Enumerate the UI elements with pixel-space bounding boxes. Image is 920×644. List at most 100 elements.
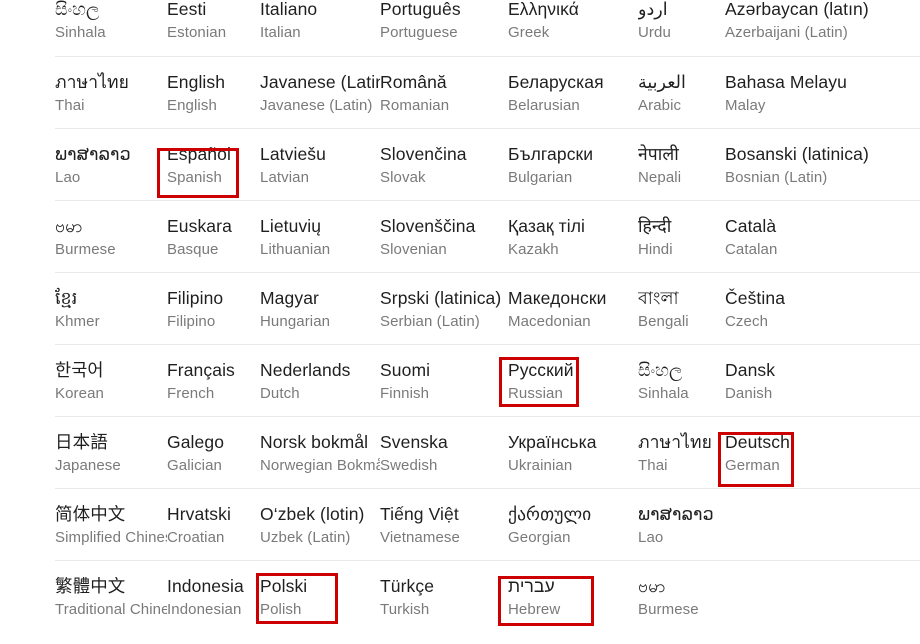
language-option[interactable]: Norsk bokmål Norwegian Bokmål bbox=[260, 416, 380, 488]
language-option[interactable]: Čeština Czech bbox=[725, 272, 920, 344]
language-option[interactable]: Polski Polish bbox=[260, 560, 380, 632]
language-selection-screen: සිංහල Sinhala ภาษาไทย Thai ພາສາລາວ Lao ဗမာ Burm… bbox=[0, 0, 920, 644]
language-option[interactable]: العربية Arabic bbox=[638, 56, 725, 128]
language-option[interactable]: ខ្មែរ Khmer bbox=[55, 272, 167, 344]
language-option[interactable]: Euskara Basque bbox=[167, 200, 260, 272]
language-option[interactable]: Galego Galician bbox=[167, 416, 260, 488]
language-option[interactable]: English English bbox=[167, 56, 260, 128]
language-option[interactable]: Беларуская Belarusian bbox=[508, 56, 638, 128]
language-native-name: עברית bbox=[508, 576, 555, 596]
language-option[interactable]: ພາສາລາວ Lao bbox=[638, 488, 725, 560]
language-native-name: Русский bbox=[508, 360, 574, 380]
language-option[interactable]: Lietuvių Lithuanian bbox=[260, 200, 380, 272]
language-english-name: Bulgarian bbox=[508, 169, 573, 186]
language-option[interactable]: Suomi Finnish bbox=[380, 344, 508, 416]
language-native-name: 日本語 bbox=[55, 432, 108, 452]
language-option[interactable]: नेपाली Nepali bbox=[638, 128, 725, 200]
language-english-name: Spanish bbox=[167, 169, 222, 186]
language-native-name: Ελληνικά bbox=[508, 0, 579, 19]
language-english-name: Hungarian bbox=[260, 313, 331, 330]
language-option[interactable]: Bahasa Melayu Malay bbox=[725, 56, 920, 128]
language-option[interactable]: Svenska Swedish bbox=[380, 416, 508, 488]
language-option[interactable]: 日本語 Japanese bbox=[55, 416, 167, 488]
language-option[interactable]: Slovenčina Slovak bbox=[380, 128, 508, 200]
language-option[interactable]: हिन्दी Hindi bbox=[638, 200, 725, 272]
language-option[interactable]: Русский Russian bbox=[508, 344, 638, 416]
language-native-name: Galego bbox=[167, 432, 225, 452]
language-option[interactable]: Italiano Italian bbox=[260, 0, 380, 56]
language-option[interactable]: 한국어 Korean bbox=[55, 344, 167, 416]
language-option[interactable]: Català Catalan bbox=[725, 200, 920, 272]
language-option[interactable]: עברית Hebrew bbox=[508, 560, 638, 632]
language-native-name: Svenska bbox=[380, 432, 448, 452]
language-option[interactable]: Türkçe Turkish bbox=[380, 560, 508, 632]
language-english-name: Sinhala bbox=[55, 24, 106, 41]
language-option[interactable]: Español Spanish bbox=[167, 128, 260, 200]
language-option[interactable]: සිංහල Sinhala bbox=[55, 0, 167, 56]
language-native-name: اردو bbox=[638, 0, 668, 19]
language-option[interactable]: Қазақ тілі Kazakh bbox=[508, 200, 638, 272]
language-column-1: Eesti Estonian English English Español Spanis… bbox=[167, 0, 260, 632]
language-option[interactable]: Srpski (latinica) Serbian (Latin) bbox=[380, 272, 508, 344]
language-native-name: ខ្មែរ bbox=[55, 288, 78, 308]
language-option[interactable]: ภาษาไทย Thai bbox=[55, 56, 167, 128]
language-option[interactable]: Indonesia Indonesian bbox=[167, 560, 260, 632]
language-option[interactable]: اردو Urdu bbox=[638, 0, 725, 56]
language-native-name: Tiếng Việt bbox=[380, 504, 459, 524]
language-native-name: Norsk bokmål bbox=[260, 432, 369, 452]
language-option[interactable]: ภาษาไทย Thai bbox=[638, 416, 725, 488]
language-native-name: ქართული bbox=[508, 504, 592, 524]
language-native-name: Українська bbox=[508, 432, 597, 452]
language-option[interactable]: Македонски Macedonian bbox=[508, 272, 638, 344]
language-option[interactable]: Українська Ukrainian bbox=[508, 416, 638, 488]
language-english-name: Croatian bbox=[167, 529, 225, 546]
language-option[interactable]: Slovenščina Slovenian bbox=[380, 200, 508, 272]
language-english-name: Simplified Chinese bbox=[55, 529, 167, 546]
language-native-name: ภาษาไทย bbox=[638, 432, 713, 452]
language-english-name: Macedonian bbox=[508, 313, 591, 330]
language-option[interactable]: 简体中文 Simplified Chinese bbox=[55, 488, 167, 560]
language-option[interactable]: Français French bbox=[167, 344, 260, 416]
language-native-name: Lietuvių bbox=[260, 216, 322, 236]
language-option[interactable]: Javanese (Latin) Javanese (Latin) bbox=[260, 56, 380, 128]
language-option[interactable]: Filipino Filipino bbox=[167, 272, 260, 344]
language-option[interactable]: Български Bulgarian bbox=[508, 128, 638, 200]
language-native-name: Javanese (Latin) bbox=[260, 72, 380, 92]
language-english-name: Hebrew bbox=[508, 601, 561, 618]
language-option[interactable]: ພາສາລາວ Lao bbox=[55, 128, 167, 200]
language-option[interactable]: ဗမာ Burmese bbox=[638, 560, 725, 632]
language-option[interactable]: Magyar Hungarian bbox=[260, 272, 380, 344]
language-native-name: العربية bbox=[638, 72, 686, 92]
language-option[interactable]: Português Portuguese bbox=[380, 0, 508, 56]
language-english-name: Russian bbox=[508, 385, 563, 402]
language-english-name: Swedish bbox=[380, 457, 438, 474]
language-native-name: Español bbox=[167, 144, 231, 164]
language-native-name: 繁體中文 bbox=[55, 576, 126, 596]
language-native-name: हिन्दी bbox=[638, 216, 672, 236]
language-english-name: Georgian bbox=[508, 529, 571, 546]
language-option[interactable]: Tiếng Việt Vietnamese bbox=[380, 488, 508, 560]
language-option[interactable]: O‘zbek (lotin) Uzbek (Latin) bbox=[260, 488, 380, 560]
language-option[interactable]: Deutsch German bbox=[725, 416, 920, 488]
language-native-name: Suomi bbox=[380, 360, 431, 380]
language-option[interactable]: Dansk Danish bbox=[725, 344, 920, 416]
language-option[interactable]: Ελληνικά Greek bbox=[508, 0, 638, 56]
language-native-name: Bosanski (latinica) bbox=[725, 144, 869, 164]
language-option[interactable]: Azərbaycan (latın) Azerbaijani (Latin) bbox=[725, 0, 920, 56]
language-english-name: Hindi bbox=[638, 241, 673, 258]
language-option[interactable]: Nederlands Dutch bbox=[260, 344, 380, 416]
language-option[interactable]: Română Romanian bbox=[380, 56, 508, 128]
language-option[interactable]: Hrvatski Croatian bbox=[167, 488, 260, 560]
language-english-name: Khmer bbox=[55, 313, 100, 330]
language-option[interactable]: Latviešu Latvian bbox=[260, 128, 380, 200]
language-option[interactable]: Bosanski (latinica) Bosnian (Latin) bbox=[725, 128, 920, 200]
language-option[interactable]: ქართული Georgian bbox=[508, 488, 638, 560]
language-option[interactable]: ဗမာ Burmese bbox=[55, 200, 167, 272]
language-native-name: Беларуская bbox=[508, 72, 604, 92]
language-option[interactable]: Eesti Estonian bbox=[167, 0, 260, 56]
language-native-name: Magyar bbox=[260, 288, 319, 308]
language-option[interactable]: සිංහල Sinhala bbox=[638, 344, 725, 416]
language-option[interactable]: 繁體中文 Traditional Chinese bbox=[55, 560, 167, 632]
language-english-name: Serbian (Latin) bbox=[380, 313, 480, 330]
language-option[interactable]: বাংলা Bengali bbox=[638, 272, 725, 344]
